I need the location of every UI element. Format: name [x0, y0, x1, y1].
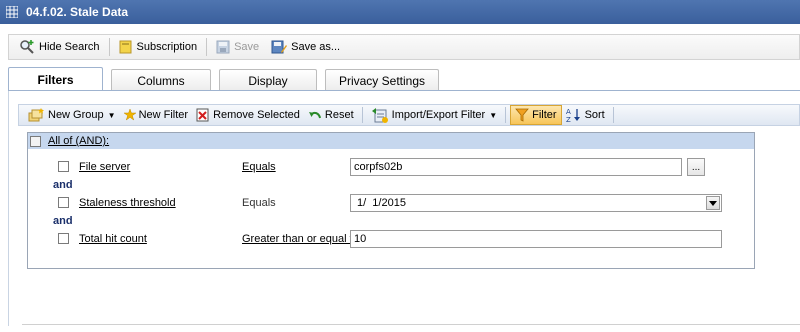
remove-icon	[196, 108, 209, 122]
save-as-button[interactable]: Save as...	[265, 36, 346, 58]
reset-label: Reset	[324, 109, 354, 121]
browse-button[interactable]: ...	[687, 158, 705, 176]
save-as-icon	[271, 40, 288, 54]
filter-value-input[interactable]: corpfs02b	[350, 158, 682, 176]
subscription-button[interactable]: Subscription	[113, 36, 204, 58]
save-as-label: Save as...	[291, 41, 341, 53]
tab-columns[interactable]: Columns	[111, 69, 211, 91]
svg-text:A: A	[566, 108, 571, 116]
filter-field-link[interactable]: Total hit count	[79, 233, 147, 245]
filter-row: File server Equals corpfs02b ...	[28, 158, 754, 176]
reset-button[interactable]: Reset	[304, 105, 358, 125]
remove-selected-label: Remove Selected	[213, 109, 300, 121]
import-export-icon	[371, 108, 388, 123]
search-add-icon	[20, 40, 34, 54]
filter-toolbar: New Group ▼ New Filter Remove Selected R…	[18, 104, 800, 126]
filter-toggle-button[interactable]: Filter	[510, 105, 562, 125]
filter-row: Total hit count Greater than or equal to…	[28, 230, 754, 248]
grid-icon	[6, 6, 18, 18]
date-picker[interactable]: 1/ 1/2015	[350, 194, 722, 212]
chevron-down-icon: ▼	[489, 110, 498, 120]
toolbar-divider	[505, 107, 507, 123]
new-group-label: New Group	[48, 109, 104, 121]
sort-button[interactable]: A Z Sort	[562, 105, 609, 125]
subscription-label: Subscription	[136, 41, 198, 53]
main-toolbar: Hide Search Subscription Save Save as...	[8, 34, 800, 60]
import-export-filter-button[interactable]: Import/Export Filter ▼	[367, 105, 501, 125]
save-icon	[216, 40, 230, 54]
filter-group-header: All of (AND):	[28, 133, 754, 149]
hide-search-button[interactable]: Hide Search	[13, 36, 106, 58]
tab-privacy-settings-label: Privacy Settings	[338, 73, 426, 88]
chevron-down-icon: ▼	[107, 110, 116, 120]
sort-label: Sort	[584, 109, 605, 121]
conjunction-label: and	[53, 215, 73, 227]
date-value-text: 1/ 1/2015	[357, 197, 406, 209]
group-operator-link[interactable]: All of (AND):	[48, 135, 109, 147]
toolbar-divider	[612, 107, 614, 123]
tab-privacy-settings[interactable]: Privacy Settings	[325, 69, 439, 91]
hide-search-label: Hide Search	[39, 41, 100, 53]
conjunction-label: and	[53, 179, 73, 191]
filter-editor: All of (AND): File server Equals corpfs0…	[27, 132, 755, 269]
filter-row-checkbox[interactable]	[58, 161, 69, 172]
filter-value-input[interactable]: 10	[350, 230, 722, 248]
dropdown-arrow-icon[interactable]	[706, 196, 720, 210]
save-label: Save	[234, 41, 260, 53]
filter-value-text: 10	[354, 233, 367, 245]
filter-operator-link[interactable]: Equals	[242, 161, 276, 173]
filter-row-checkbox[interactable]	[58, 233, 69, 244]
svg-text:Z: Z	[566, 116, 571, 123]
filter-field-link[interactable]: File server	[79, 161, 130, 173]
window-title-bar: 04.f.02. Stale Data	[0, 0, 800, 24]
subscription-icon	[119, 40, 132, 54]
import-export-label: Import/Export Filter	[391, 109, 486, 121]
tab-filters[interactable]: Filters	[8, 67, 103, 91]
filter-label: Filter	[532, 109, 557, 121]
filter-row: Staleness threshold Equals 1/ 1/2015	[28, 194, 754, 212]
group-checkbox[interactable]	[30, 135, 41, 147]
browse-button-label: ...	[691, 161, 701, 173]
tab-display-label: Display	[248, 73, 288, 88]
tab-display[interactable]: Display	[219, 69, 317, 91]
save-button[interactable]: Save	[210, 36, 265, 58]
new-filter-icon	[123, 109, 136, 121]
funnel-icon	[515, 108, 529, 122]
new-group-icon	[28, 108, 44, 122]
tab-strip: Filters Columns Display Privacy Settings	[8, 67, 447, 91]
filter-operator-link[interactable]: Greater than or equal to	[242, 233, 359, 245]
tab-columns-label: Columns	[137, 73, 185, 88]
remove-selected-button[interactable]: Remove Selected	[192, 105, 304, 125]
new-filter-button[interactable]: New Filter	[120, 105, 193, 125]
sort-az-icon: A Z	[566, 108, 580, 123]
reset-icon	[308, 111, 321, 119]
filter-value-text: corpfs02b	[354, 161, 403, 173]
filter-field-link[interactable]: Staleness threshold	[79, 197, 176, 209]
panel-bottom-divider	[22, 324, 800, 325]
toolbar-divider	[108, 38, 110, 56]
window-title: 04.f.02. Stale Data	[26, 5, 129, 19]
tab-filters-label: Filters	[37, 72, 74, 87]
filter-row-checkbox[interactable]	[58, 197, 69, 208]
new-filter-label: New Filter	[138, 109, 189, 121]
new-group-button[interactable]: New Group ▼	[23, 105, 120, 125]
filter-operator-label: Equals	[242, 197, 276, 209]
toolbar-divider	[361, 107, 363, 123]
toolbar-divider	[206, 38, 208, 56]
